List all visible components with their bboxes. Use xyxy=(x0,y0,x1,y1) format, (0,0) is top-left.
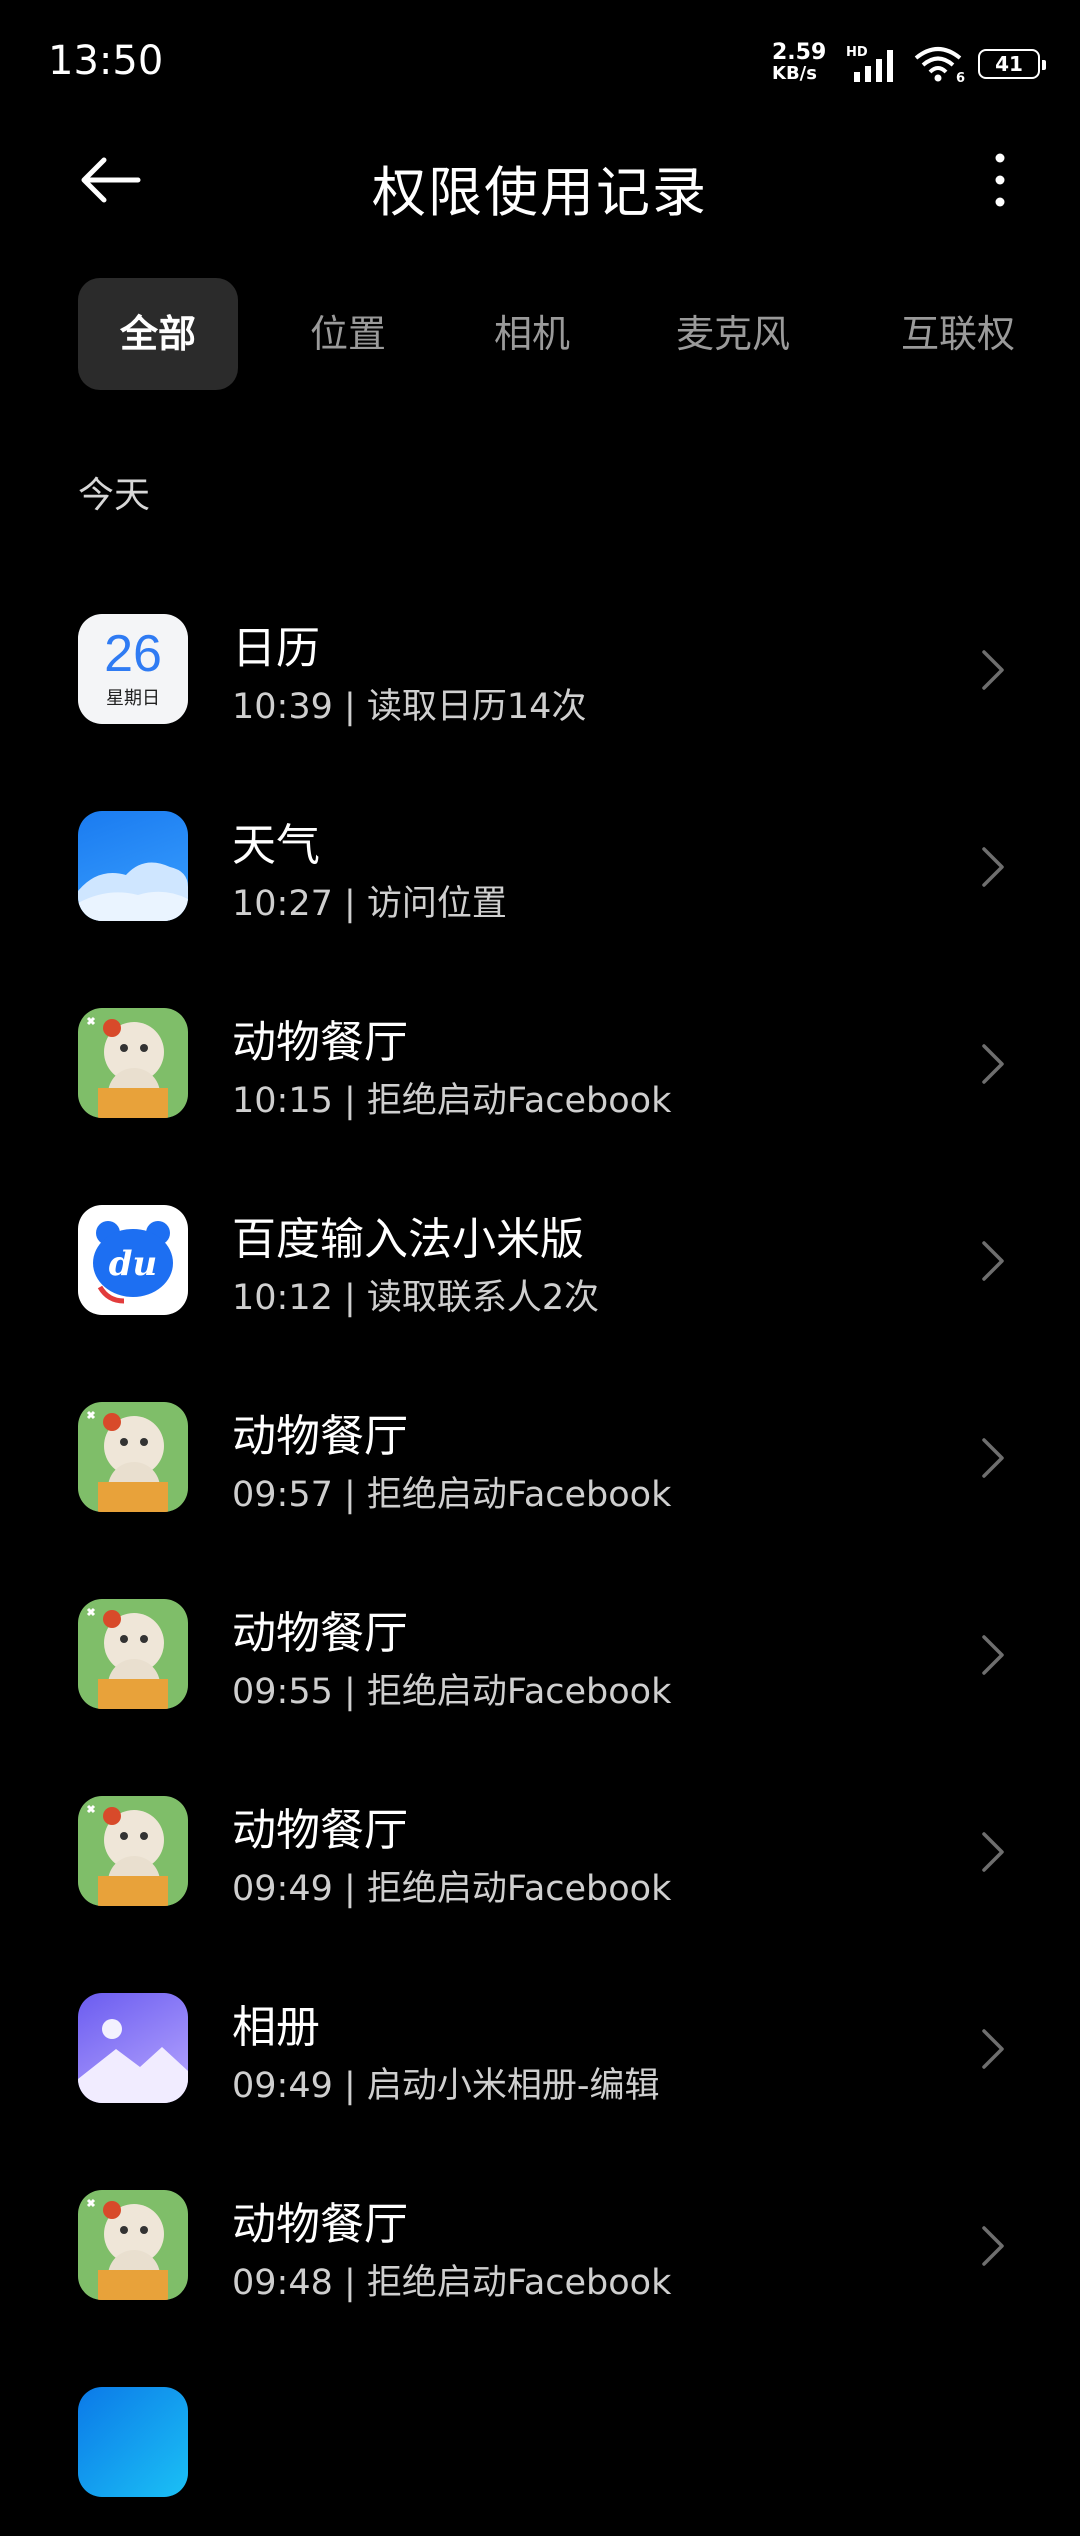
record-item[interactable]: 动物餐厅 09:55 | 拒绝启动Facebook xyxy=(0,1551,1080,1748)
app-name: 日历 xyxy=(232,623,320,674)
more-options-icon[interactable] xyxy=(988,152,1012,208)
record-detail: 09:48 | 拒绝启动Facebook xyxy=(232,2263,672,2303)
animal-restaurant-app-icon xyxy=(78,1008,188,1118)
app-name: 动物餐厅 xyxy=(232,2199,408,2250)
record-item[interactable]: 动物餐厅 09:48 | 拒绝启动Facebook xyxy=(0,2142,1080,2339)
app-name: 动物餐厅 xyxy=(232,1608,408,1659)
permission-record-list: 26 星期日 日历 10:39 | 读取日历14次 天气 10:27 | 访问位… xyxy=(0,566,1080,2536)
record-item[interactable]: 动物餐厅 10:15 | 拒绝启动Facebook xyxy=(0,960,1080,1157)
partial-app-icon xyxy=(78,2387,188,2497)
chevron-right-icon xyxy=(982,1438,1004,1478)
chevron-right-icon xyxy=(982,1635,1004,1675)
wifi-6-label: 6 xyxy=(956,71,965,84)
status-time: 13:50 xyxy=(48,38,164,84)
record-detail: 10:12 | 读取联系人2次 xyxy=(232,1278,600,1318)
weather-app-icon xyxy=(78,811,188,921)
status-icons: 2.59 KB/s HD 6 41 xyxy=(772,40,1046,88)
record-detail: 09:57 | 拒绝启动Facebook xyxy=(232,1475,672,1515)
app-header: 权限使用记录 xyxy=(0,130,1080,230)
record-detail: 09:49 | 拒绝启动Facebook xyxy=(232,1869,672,1909)
record-item-partial[interactable] xyxy=(0,2339,1080,2536)
record-item[interactable]: 相册 09:49 | 启动小米相册-编辑 xyxy=(0,1945,1080,2142)
filter-tabs: 全部 位置 相机 麦克风 互联权 xyxy=(78,278,1080,390)
app-name: 动物餐厅 xyxy=(232,1411,408,1462)
animal-restaurant-app-icon xyxy=(78,2190,188,2300)
page-title: 权限使用记录 xyxy=(372,161,708,224)
chevron-right-icon xyxy=(982,1241,1004,1281)
tab-camera[interactable]: 相机 xyxy=(462,278,602,390)
chevron-right-icon xyxy=(982,1832,1004,1872)
network-speed-unit: KB/s xyxy=(772,63,817,84)
animal-restaurant-app-icon xyxy=(78,1402,188,1512)
gallery-app-icon xyxy=(78,1993,188,2103)
app-name: 动物餐厅 xyxy=(232,1805,408,1856)
chevron-right-icon xyxy=(982,650,1004,690)
record-item[interactable]: 天气 10:27 | 访问位置 xyxy=(0,763,1080,960)
calendar-icon-weekday: 星期日 xyxy=(106,688,160,709)
battery-level: 41 xyxy=(995,52,1023,76)
calendar-app-icon: 26 星期日 xyxy=(78,614,188,724)
battery-icon: 41 xyxy=(978,49,1046,79)
chevron-right-icon xyxy=(982,2226,1004,2266)
record-detail: 10:15 | 拒绝启动Facebook xyxy=(232,1081,672,1121)
hd-label: HD xyxy=(846,45,868,60)
animal-restaurant-app-icon xyxy=(78,1599,188,1709)
signal-icon: HD xyxy=(846,45,893,82)
tab-location[interactable]: 位置 xyxy=(278,278,418,390)
network-speed-value: 2.59 xyxy=(772,40,827,65)
section-header-today: 今天 xyxy=(78,475,151,516)
app-name: 相册 xyxy=(232,2002,320,2053)
calendar-icon-day: 26 xyxy=(104,625,162,683)
cloud-icon xyxy=(78,862,188,921)
wifi-icon: 6 xyxy=(914,47,965,84)
record-detail: 09:49 | 启动小米相册-编辑 xyxy=(232,2066,660,2106)
tab-internet[interactable]: 互联权 xyxy=(868,278,1048,390)
record-item[interactable]: 动物餐厅 09:57 | 拒绝启动Facebook xyxy=(0,1354,1080,1551)
record-detail: 10:39 | 读取日历14次 xyxy=(232,687,587,727)
record-detail: 10:27 | 访问位置 xyxy=(232,884,507,924)
record-detail: 09:55 | 拒绝启动Facebook xyxy=(232,1672,672,1712)
animal-restaurant-app-icon xyxy=(78,1796,188,1906)
baidu-input-app-icon: du xyxy=(78,1205,188,1315)
chevron-right-icon xyxy=(982,1044,1004,1084)
chevron-right-icon xyxy=(982,847,1004,887)
chevron-right-icon xyxy=(982,2029,1004,2069)
record-item[interactable]: 动物餐厅 09:49 | 拒绝启动Facebook xyxy=(0,1748,1080,1945)
tab-all[interactable]: 全部 xyxy=(78,278,238,390)
baidu-icon-text: du xyxy=(109,1244,158,1284)
app-name: 天气 xyxy=(232,820,320,871)
tab-microphone[interactable]: 麦克风 xyxy=(648,278,818,390)
status-bar: 13:50 2.59 KB/s HD 6 41 xyxy=(0,0,1080,130)
app-name: 百度输入法小米版 xyxy=(232,1214,584,1265)
network-speed: 2.59 KB/s xyxy=(772,42,836,86)
record-item[interactable]: 26 星期日 日历 10:39 | 读取日历14次 xyxy=(0,566,1080,763)
app-name: 动物餐厅 xyxy=(232,1017,408,1068)
record-item[interactable]: du 百度输入法小米版 10:12 | 读取联系人2次 xyxy=(0,1157,1080,1354)
